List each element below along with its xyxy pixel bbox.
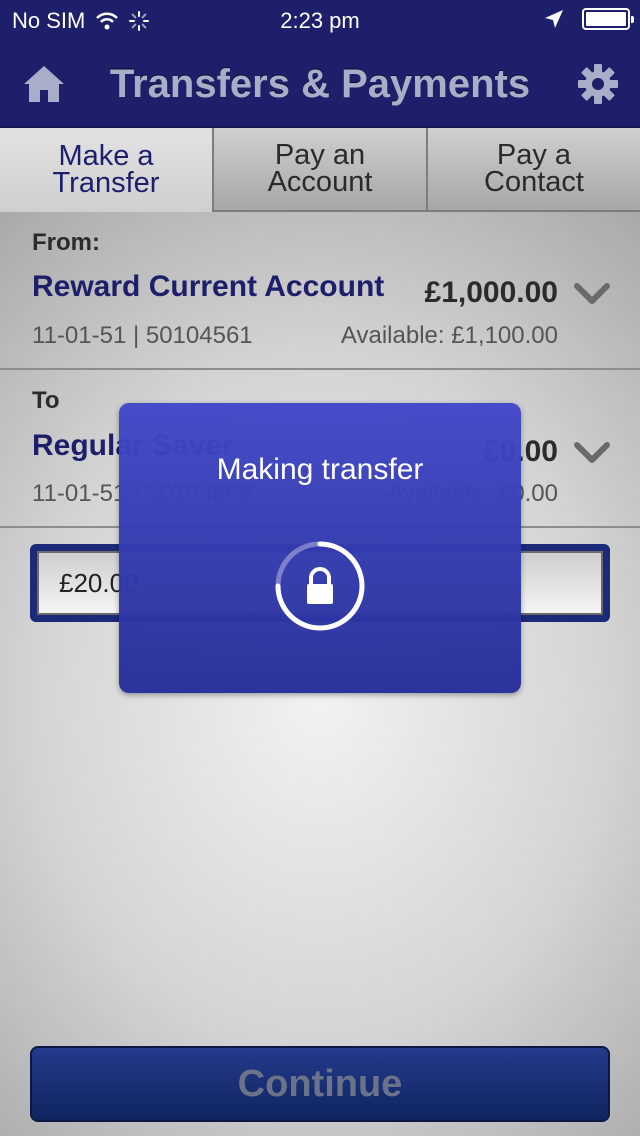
modal-title: Making transfer bbox=[216, 453, 424, 486]
chevron-down-icon[interactable] bbox=[574, 441, 610, 465]
tab-label: Make a Transfer bbox=[52, 140, 160, 199]
tab-label: Pay a Contact bbox=[484, 139, 584, 198]
tab-label: Pay an Account bbox=[267, 139, 373, 198]
progress-modal: Making transfer bbox=[119, 403, 521, 693]
tab-bar: Make a Transfer Pay an Account Pay a Con… bbox=[0, 128, 640, 212]
from-available: Available: £1,100.00 bbox=[340, 322, 558, 349]
from-account-selector[interactable]: From: Reward Current Account £1,000.00 1… bbox=[0, 212, 640, 370]
battery-icon bbox=[582, 8, 634, 30]
settings-button[interactable] bbox=[576, 62, 620, 106]
nav-bar: Transfers & Payments bbox=[0, 40, 640, 128]
from-sort-account: 11-01-51 | 50104561 bbox=[32, 322, 253, 349]
status-right bbox=[544, 8, 634, 30]
location-arrow-icon bbox=[545, 10, 563, 28]
chevron-down-icon[interactable] bbox=[574, 282, 610, 306]
page-title: Transfers & Payments bbox=[109, 62, 531, 106]
from-account-name: Reward Current Account bbox=[32, 270, 385, 303]
lock-icon bbox=[307, 567, 333, 604]
from-label: From: bbox=[32, 229, 100, 256]
lock-spinner-icon bbox=[275, 541, 365, 631]
tab-make-a-transfer[interactable]: Make a Transfer bbox=[0, 128, 214, 212]
tab-pay-a-contact[interactable]: Pay a Contact bbox=[428, 128, 640, 212]
continue-button[interactable]: Continue bbox=[30, 1046, 610, 1122]
gear-icon bbox=[578, 64, 618, 104]
status-bar: No SIM 2:23 pm bbox=[0, 0, 640, 40]
from-account-balance: £1,000.00 bbox=[424, 276, 558, 309]
tab-pay-an-account[interactable]: Pay an Account bbox=[214, 128, 428, 212]
to-label: To bbox=[32, 387, 60, 414]
